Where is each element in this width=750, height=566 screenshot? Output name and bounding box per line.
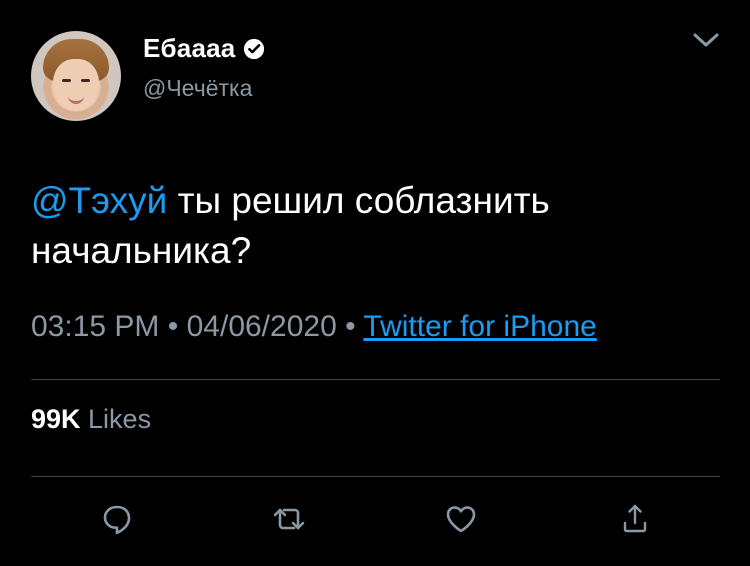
meta-separator: •	[159, 310, 187, 343]
tweet-actions-bar	[0, 499, 750, 539]
reply-icon	[99, 501, 135, 537]
heart-icon	[443, 501, 479, 537]
reply-button[interactable]	[97, 499, 137, 539]
avatar[interactable]	[31, 31, 121, 121]
retweet-button[interactable]	[269, 499, 309, 539]
author-name[interactable]: Ебаааа	[143, 33, 265, 64]
author-handle[interactable]: @Чечётка	[143, 75, 252, 102]
avatar-eye	[62, 79, 71, 82]
tweet-date: 04/06/2020	[186, 310, 337, 343]
tweet-time: 03:15 PM	[31, 310, 160, 343]
like-button[interactable]	[441, 499, 481, 539]
retweet-icon	[270, 501, 308, 537]
likes-label: Likes	[80, 404, 152, 434]
share-icon	[617, 501, 653, 537]
likes-count[interactable]: 99K Likes	[31, 404, 151, 435]
author-name-text[interactable]: Ебаааа	[143, 33, 235, 64]
tweet-source-link[interactable]: Twitter for iPhone	[363, 310, 596, 343]
share-button[interactable]	[615, 499, 655, 539]
meta-separator: •	[336, 310, 364, 343]
chevron-down-icon[interactable]	[692, 30, 720, 50]
divider	[31, 379, 720, 380]
tweet-text: @Тэхуй ты решил соблазнить начальника?	[31, 176, 721, 276]
likes-number: 99K	[31, 404, 81, 434]
tweet-metadata: 03:15 PM • 04/06/2020 • Twitter for iPho…	[31, 310, 597, 344]
tweet-mention-link[interactable]: @Тэхуй	[31, 180, 167, 221]
divider	[31, 476, 720, 477]
verified-badge-icon	[243, 38, 265, 60]
avatar-eye	[81, 79, 90, 82]
